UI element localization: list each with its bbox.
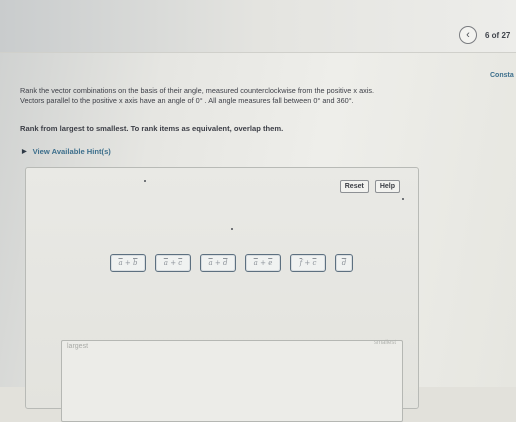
panel-toolbar: Reset Help: [339, 180, 400, 193]
operator: +: [304, 259, 311, 267]
vector-symbol: c: [312, 259, 317, 267]
constants-link[interactable]: Consta: [490, 72, 514, 79]
item-tile-a-plus-d[interactable]: a + d: [200, 254, 236, 272]
stray-mark: [231, 228, 233, 230]
item-tile-a-plus-e[interactable]: a + e: [245, 254, 281, 272]
view-hints-link[interactable]: ▶ View Available Hint(s): [22, 147, 111, 156]
item-tile-a-plus-b[interactable]: a + b: [110, 254, 146, 272]
vector-symbol: a: [208, 259, 213, 267]
stray-mark: [402, 198, 404, 200]
item-counter: 6 of 27: [485, 30, 511, 40]
page-background: ‹ 6 of 27 Consta Rank the vector combina…: [0, 0, 516, 422]
smallest-label: smallest: [373, 340, 396, 346]
instruction-line-2: Vectors parallel to the positive x axis …: [20, 96, 354, 105]
problem-instructions: Rank the vector combinations on the basi…: [20, 86, 510, 106]
reset-button[interactable]: Reset: [339, 180, 369, 193]
item-tile-a-plus-c[interactable]: a + c: [155, 254, 191, 272]
vector-symbol: d: [341, 259, 347, 267]
chevron-left-icon: ‹: [466, 29, 470, 41]
operator: +: [170, 259, 177, 267]
instruction-line-1: Rank the vector combinations on the basi…: [20, 86, 375, 95]
ranking-panel: Reset Help a + b a + c a + d a + e f + c…: [25, 167, 419, 422]
item-tile-f-plus-c[interactable]: f + c: [290, 254, 326, 272]
header-bar: [0, 0, 516, 53]
rank-instruction: Rank from largest to smallest. To rank i…: [20, 124, 284, 133]
operator: +: [124, 259, 131, 267]
view-hints-label: View Available Hint(s): [32, 147, 111, 156]
previous-item-button[interactable]: ‹: [459, 26, 477, 44]
draggable-items: a + b a + c a + d a + e f + c d: [110, 254, 353, 272]
vector-symbol: e: [268, 259, 273, 267]
largest-label: largest: [67, 343, 89, 350]
problem-navigation: ‹ 6 of 27: [459, 26, 510, 44]
stray-mark: [144, 180, 146, 182]
vector-symbol: a: [253, 259, 258, 267]
vector-symbol: a: [163, 259, 168, 267]
help-button[interactable]: Help: [374, 180, 400, 193]
operator: +: [214, 259, 221, 267]
vector-symbol: f: [299, 259, 303, 267]
operator: +: [260, 259, 266, 267]
item-tile-d[interactable]: d: [335, 254, 353, 272]
vector-symbol: c: [178, 259, 183, 267]
caret-right-icon: ▶: [22, 149, 27, 155]
vector-symbol: a: [118, 259, 123, 267]
vector-symbol: b: [133, 259, 138, 267]
vector-symbol: d: [223, 259, 228, 267]
ranking-drop-zone[interactable]: largest smallest: [61, 340, 403, 422]
